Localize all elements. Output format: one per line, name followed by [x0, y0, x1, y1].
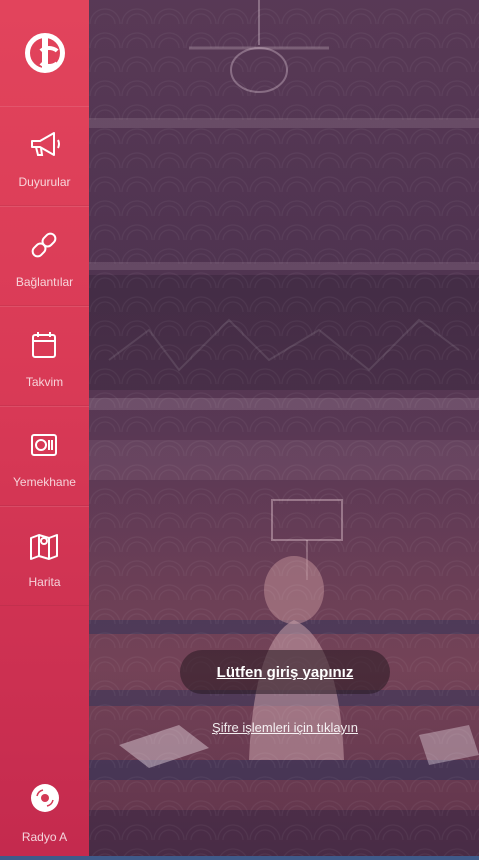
- sidebar-item-label: Harita: [28, 575, 61, 589]
- sidebar-item-label: Takvim: [25, 375, 64, 389]
- sidebar-item-label: Radyo A: [21, 830, 68, 844]
- app-screen: Duyurular Bağlantılar Takvim Yemekhane H…: [0, 0, 479, 860]
- link-icon: [31, 232, 57, 258]
- sidebar-item-takvim[interactable]: Takvim: [0, 306, 89, 406]
- login-button[interactable]: Lütfen giriş yapınız: [180, 650, 390, 694]
- sidebar-item-label: Yemekhane: [13, 475, 76, 489]
- logo-area[interactable]: [0, 0, 89, 106]
- map-icon: [30, 534, 58, 560]
- radio-disc-icon: [31, 784, 59, 812]
- password-link[interactable]: Şifre işlemleri için tıklayın: [160, 720, 410, 735]
- sidebar-item-yemekhane[interactable]: Yemekhane: [0, 406, 89, 506]
- food-tray-icon: [31, 434, 57, 456]
- calendar-icon: [32, 332, 56, 358]
- sidebar-item-radyo[interactable]: Radyo A: [0, 776, 89, 856]
- bottom-bar: [0, 856, 479, 860]
- sidebar-item-label: Bağlantılar: [15, 275, 74, 289]
- sidebar-item-harita[interactable]: Harita: [0, 506, 89, 606]
- sidebar-item-duyurular[interactable]: Duyurular: [0, 106, 89, 206]
- sidebar-item-baglantilar[interactable]: Bağlantılar: [0, 206, 89, 306]
- university-logo-icon: [24, 33, 65, 73]
- megaphone-icon: [31, 132, 60, 156]
- sidebar-item-label: Duyurular: [18, 175, 71, 189]
- sidebar: Duyurular Bağlantılar Takvim Yemekhane H…: [0, 0, 89, 856]
